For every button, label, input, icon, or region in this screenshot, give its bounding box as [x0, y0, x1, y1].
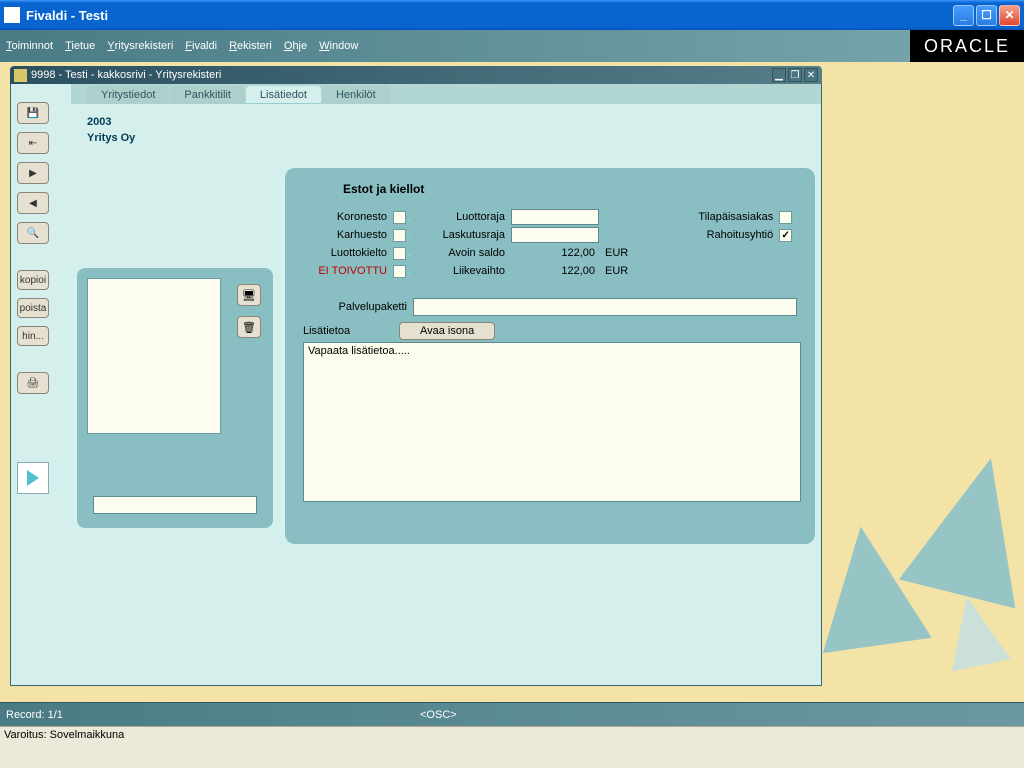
luottoraja-input[interactable] — [511, 209, 599, 225]
palvelupaketti-input[interactable] — [413, 298, 797, 316]
tab-yritystiedot[interactable]: Yritystiedot — [87, 86, 169, 104]
lisatietoa-label: Lisätietoa — [303, 325, 359, 337]
app-icon — [4, 7, 20, 23]
mdi-body: 💾 ⇤ ▶ ◀ 🔍 kopioi poista hin... 🖨 Yrityst… — [10, 84, 822, 686]
palvelupaketti-label: Palvelupaketti — [303, 301, 413, 313]
close-button[interactable]: ✕ — [999, 5, 1020, 26]
rahoitus-checkbox[interactable] — [779, 229, 792, 242]
laskutusraja-input[interactable] — [511, 227, 599, 243]
minimize-button[interactable]: _ — [953, 5, 974, 26]
mdi-icon — [14, 69, 27, 82]
menu-tietue[interactable]: Tietue — [65, 40, 95, 52]
karhuesto-label: Karhuesto — [303, 229, 393, 241]
menu-yritysrekisteri[interactable]: Yritysrekisteri — [107, 40, 173, 52]
side-panel: 🖥 🗑 — [77, 268, 273, 528]
status-osc: <OSC> — [420, 709, 457, 721]
side-listbox[interactable] — [87, 278, 221, 434]
app-logo-icon — [17, 462, 49, 494]
exit-icon[interactable]: ⇤ — [17, 132, 49, 154]
maximize-button[interactable]: ☐ — [976, 5, 997, 26]
mdi-titlebar: 9998 - Testi - kakkosrivi - Yritysrekist… — [10, 66, 822, 84]
save-icon[interactable]: 💾 — [17, 102, 49, 124]
prev-icon[interactable]: ◀ — [17, 192, 49, 214]
next-icon[interactable]: ▶ — [17, 162, 49, 184]
koronesto-label: Koronesto — [303, 211, 393, 223]
panel-title: Estot ja kiellot — [343, 182, 797, 196]
screen-icon[interactable]: 🖥 — [237, 284, 261, 306]
mdi-title-text: 9998 - Testi - kakkosrivi - Yritysrekist… — [31, 69, 770, 81]
menu-rekisteri[interactable]: Rekisteri — [229, 40, 272, 52]
menu-toiminnot[interactable]: Toiminnot — [6, 40, 53, 52]
mdi-restore-button[interactable]: ❐ — [788, 68, 802, 82]
liikevaihto-cur: EUR — [605, 265, 628, 277]
laskutusraja-label: Laskutusraja — [433, 229, 511, 241]
menubar: Toiminnot Tietue Yritysrekisteri Fivaldi… — [0, 30, 1024, 62]
tab-lisatiedot[interactable]: Lisätiedot — [246, 86, 321, 104]
main-area: Yritystiedot Pankkitilit Lisätiedot Henk… — [71, 84, 821, 685]
luottokielto-label: Luottokielto — [303, 247, 393, 259]
estot-panel: Estot ja kiellot Koronesto. Luottoraja T… — [285, 168, 815, 544]
window-titlebar: Fivaldi - Testi _ ☐ ✕ — [0, 0, 1024, 30]
company-label: Yritys Oy — [87, 132, 805, 144]
avaa-isona-button[interactable]: Avaa isona — [399, 322, 495, 340]
statusbar: Record: 1/1 <OSC> — [0, 702, 1024, 726]
tilapais-label: Tilapäisasiakas — [698, 211, 779, 223]
eitoivottu-checkbox[interactable] — [393, 265, 406, 278]
side-input[interactable] — [93, 496, 257, 514]
avoinsaldo-label: Avoin saldo — [433, 247, 511, 259]
rahoitus-label: Rahoitusyhtiö — [707, 229, 780, 241]
luottoraja-label: Luottoraja — [433, 211, 511, 223]
luottokielto-checkbox[interactable] — [393, 247, 406, 260]
poista-button[interactable]: poista — [17, 298, 49, 318]
avoinsaldo-value: 122,00 — [511, 247, 599, 259]
mdi-minimize-button[interactable]: ▁ — [772, 68, 786, 82]
print-icon[interactable]: 🖨 — [17, 372, 49, 394]
tab-pankkitilit[interactable]: Pankkitilit — [170, 86, 244, 104]
footer: Varoitus: Sovelmaikkuna — [0, 726, 1024, 746]
status-record: Record: 1/1 — [6, 709, 63, 721]
hin-button[interactable]: hin... — [17, 326, 49, 346]
tab-henkilot[interactable]: Henkilöt — [322, 86, 390, 104]
menu-fivaldi[interactable]: Fivaldi — [185, 40, 217, 52]
decor-triangles — [814, 426, 1024, 656]
eitoivottu-label: EI TOIVOTTU — [303, 265, 393, 277]
vertical-toolbar: 💾 ⇤ ▶ ◀ 🔍 kopioi poista hin... 🖨 — [17, 102, 57, 494]
mdi-window: 9998 - Testi - kakkosrivi - Yritysrekist… — [10, 66, 822, 686]
year-label: 2003 — [87, 116, 805, 128]
koronesto-checkbox[interactable] — [393, 211, 406, 224]
liikevaihto-value: 122,00 — [511, 265, 599, 277]
trash-icon[interactable]: 🗑 — [237, 316, 261, 338]
footer-msg: Varoitus: Sovelmaikkuna — [4, 729, 124, 741]
workspace: 9998 - Testi - kakkosrivi - Yritysrekist… — [0, 62, 1024, 746]
tab-strip: Yritystiedot Pankkitilit Lisätiedot Henk… — [71, 84, 821, 104]
karhuesto-checkbox[interactable] — [393, 229, 406, 242]
window-title: Fivaldi - Testi — [26, 8, 951, 23]
liikevaihto-label: Liikevaihto — [433, 265, 511, 277]
tab-content: 2003 Yritys Oy — [71, 104, 821, 156]
menu-ohje[interactable]: Ohje — [284, 40, 307, 52]
search-icon[interactable]: 🔍 — [17, 222, 49, 244]
oracle-logo: ORACLE — [910, 30, 1024, 62]
kopioi-button[interactable]: kopioi — [17, 270, 49, 290]
mdi-close-button[interactable]: ✕ — [804, 68, 818, 82]
avoinsaldo-cur: EUR — [605, 247, 628, 259]
tilapais-checkbox[interactable] — [779, 211, 792, 224]
lisatietoa-textarea[interactable]: Vapaata lisätietoa..... — [303, 342, 801, 502]
menu-window[interactable]: Window — [319, 40, 358, 52]
